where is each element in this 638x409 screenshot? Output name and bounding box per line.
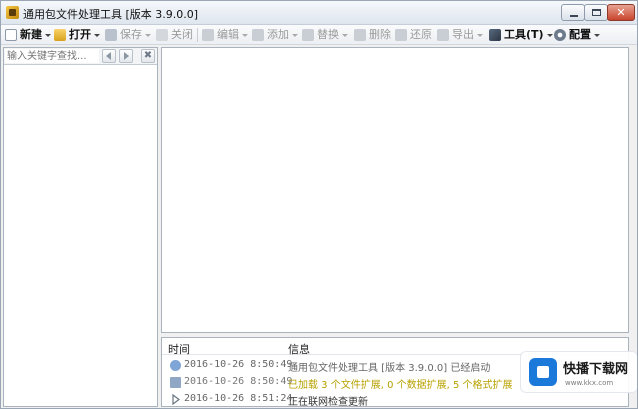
close-doc-button[interactable]: 关闭 — [156, 27, 193, 43]
add-label: 添加 — [267, 28, 289, 41]
restore-icon — [395, 29, 407, 41]
new-file-icon — [5, 29, 17, 41]
content-panel[interactable] — [161, 47, 629, 333]
open-button[interactable]: 打开 — [54, 27, 100, 43]
next-match-button[interactable] — [119, 49, 133, 63]
info-icon — [170, 360, 181, 371]
log-time: 2016-10-26 8:50:49 — [184, 359, 293, 370]
export-button[interactable]: 导出 — [437, 27, 483, 43]
watermark-cube-icon — [529, 358, 557, 386]
previous-match-button[interactable] — [102, 49, 116, 63]
save-icon — [105, 29, 117, 41]
log-message: 正在联网检查更新 — [288, 397, 368, 407]
clear-icon: ✖ — [143, 50, 153, 61]
log-col-info[interactable]: 信息 — [288, 341, 310, 357]
replace-icon — [302, 29, 314, 41]
app-icon — [6, 6, 19, 19]
add-icon — [252, 29, 264, 41]
settings-icon — [554, 29, 566, 41]
chevron-down-icon — [94, 33, 100, 37]
maximize-icon — [592, 9, 601, 16]
new-label: 新建 — [20, 28, 42, 41]
app-window: 通用包文件处理工具 [版本 3.9.0.0] ✕ 新建 打开 保存 关闭 编辑 — [0, 0, 638, 409]
close-doc-label: 关闭 — [171, 28, 193, 41]
new-button[interactable]: 新建 — [5, 27, 51, 43]
search-row: ✖ — [4, 48, 157, 65]
chevron-down-icon — [594, 33, 600, 37]
close-window-button[interactable]: ✕ — [607, 4, 635, 21]
tools-button[interactable]: 工具(T) — [489, 27, 553, 43]
chevron-down-icon — [546, 33, 553, 37]
close-document-icon — [156, 29, 168, 41]
add-button[interactable]: 添加 — [252, 27, 298, 43]
search-input[interactable] — [5, 49, 99, 63]
file-tree-panel[interactable]: ✖ — [3, 47, 158, 407]
log-message: 已加载 3 个文件扩展, 0 个数据扩展, 5 个格式扩展 — [288, 380, 513, 391]
open-label: 打开 — [69, 28, 91, 41]
tools-icon — [489, 29, 501, 41]
chevron-down-icon — [477, 33, 483, 37]
log-row[interactable]: 2016-10-26 8:51:24 正在联网检查更新 — [162, 391, 628, 407]
watermark-url: www.kkx.com — [565, 379, 614, 387]
chevron-down-icon — [145, 33, 151, 37]
minimize-button[interactable] — [561, 4, 585, 21]
log-time: 2016-10-26 8:51:24 — [184, 393, 293, 404]
watermark-logo: 快播下载网 www.kkx.com — [520, 351, 637, 393]
monitor-icon — [170, 377, 181, 388]
chevron-down-icon — [342, 33, 348, 37]
replace-label: 替换 — [317, 28, 339, 41]
delete-label: 删除 — [369, 28, 391, 41]
log-message: 通用包文件处理工具 [版本 3.9.0.0] 已经启动 — [288, 363, 491, 374]
maximize-button[interactable] — [584, 4, 608, 21]
replace-button[interactable]: 替换 — [302, 27, 348, 43]
chevron-down-icon — [292, 33, 298, 37]
edit-icon — [202, 29, 214, 41]
save-button[interactable]: 保存 — [105, 27, 151, 43]
edit-button[interactable]: 编辑 — [202, 27, 248, 43]
tools-label: 工具(T) — [504, 28, 544, 41]
save-label: 保存 — [120, 28, 142, 41]
settings-button[interactable]: 配置 — [554, 27, 600, 43]
edit-label: 编辑 — [217, 28, 239, 41]
arrow-left-icon — [106, 52, 111, 60]
log-time: 2016-10-26 8:50:49 — [184, 376, 293, 387]
delete-icon — [354, 29, 366, 41]
arrow-right-icon — [124, 52, 129, 60]
delete-button[interactable]: 删除 — [354, 27, 391, 43]
export-label: 导出 — [452, 28, 474, 41]
play-icon — [170, 393, 181, 406]
chevron-down-icon — [45, 33, 51, 37]
close-icon: ✕ — [616, 6, 626, 19]
settings-label: 配置 — [569, 28, 591, 41]
window-title: 通用包文件处理工具 [版本 3.9.0.0] — [23, 8, 199, 21]
minimize-icon — [570, 15, 578, 17]
chevron-down-icon — [242, 33, 248, 37]
restore-label: 还原 — [410, 28, 432, 41]
restore-button[interactable]: 还原 — [395, 27, 432, 43]
clear-search-button[interactable]: ✖ — [141, 49, 155, 63]
log-col-time[interactable]: 时间 — [168, 341, 190, 357]
toolbar: 新建 打开 保存 关闭 编辑 添加 替换 删除 还原 导出 工具(T) 配置 — [1, 25, 637, 45]
toolbar-separator — [197, 28, 198, 42]
export-icon — [437, 29, 449, 41]
title-bar: 通用包文件处理工具 [版本 3.9.0.0] ✕ — [1, 1, 637, 25]
watermark-name: 快播下载网 — [563, 362, 629, 377]
folder-open-icon — [54, 29, 66, 41]
